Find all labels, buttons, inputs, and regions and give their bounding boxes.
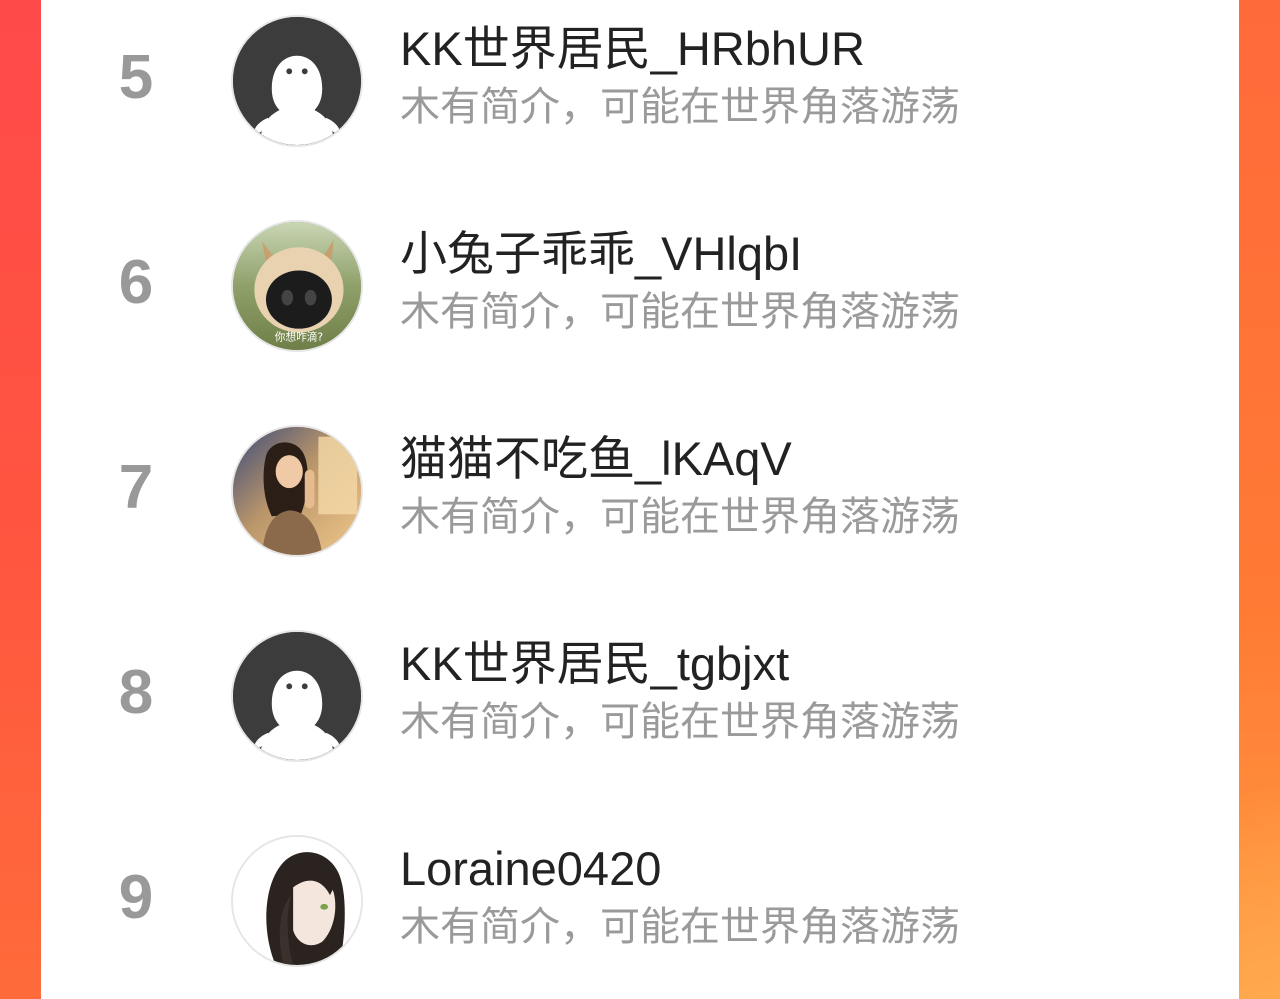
anime-girl-avatar-icon[interactable] [231,835,363,967]
user-name[interactable]: KK世界居民_tgbjxt [400,636,789,692]
rank-number: 9 [118,863,154,932]
ranking-row[interactable]: 5 KK世界居民_HRbhUR 木有简介，可能在世界角落游荡 [41,5,1239,155]
ranking-row[interactable]: 6 你想咋滴? 小兔子乖乖_VHlqbI 木有简介，可能在世界角落游荡 [41,210,1239,360]
user-bio: 木有简介，可能在世界角落游荡 [400,494,960,540]
user-bio: 木有简介，可能在世界角落游荡 [400,289,960,335]
avatar-caption: 你想咋滴? [275,330,323,343]
default-avatar-icon[interactable] [231,15,363,147]
rank-number: 7 [118,453,154,522]
rank-number: 6 [118,248,154,317]
dog-photo-avatar-icon[interactable]: 你想咋滴? [231,220,363,352]
girl-photo-avatar-icon[interactable] [231,425,363,557]
ranking-row[interactable]: 7 猫猫不吃鱼_lKAqV 木有简介，可能在世界角落游荡 [41,415,1239,565]
left-gradient-border [0,0,41,999]
ranking-row[interactable]: 8 KK世界居民_tgbjxt 木有简介，可能在世界角落游荡 [41,620,1239,770]
user-name[interactable]: Loraine0420 [400,841,661,897]
user-name[interactable]: 小兔子乖乖_VHlqbI [400,226,802,282]
right-gradient-border [1239,0,1280,999]
user-bio: 木有简介，可能在世界角落游荡 [400,699,960,745]
ranking-row[interactable]: 9 Loraine0420 木有简介，可能在世界角落游荡 [41,825,1239,975]
rank-number: 8 [118,658,154,727]
rank-number: 5 [118,43,154,112]
ranking-list-panel: 5 KK世界居民_HRbhUR 木有简介，可能在世界角落游荡 6 你想咋滴? 小… [41,0,1239,999]
user-bio: 木有简介，可能在世界角落游荡 [400,84,960,130]
user-name[interactable]: KK世界居民_HRbhUR [400,21,865,77]
user-name[interactable]: 猫猫不吃鱼_lKAqV [400,431,792,487]
default-avatar-icon[interactable] [231,630,363,762]
user-bio: 木有简介，可能在世界角落游荡 [400,904,960,950]
